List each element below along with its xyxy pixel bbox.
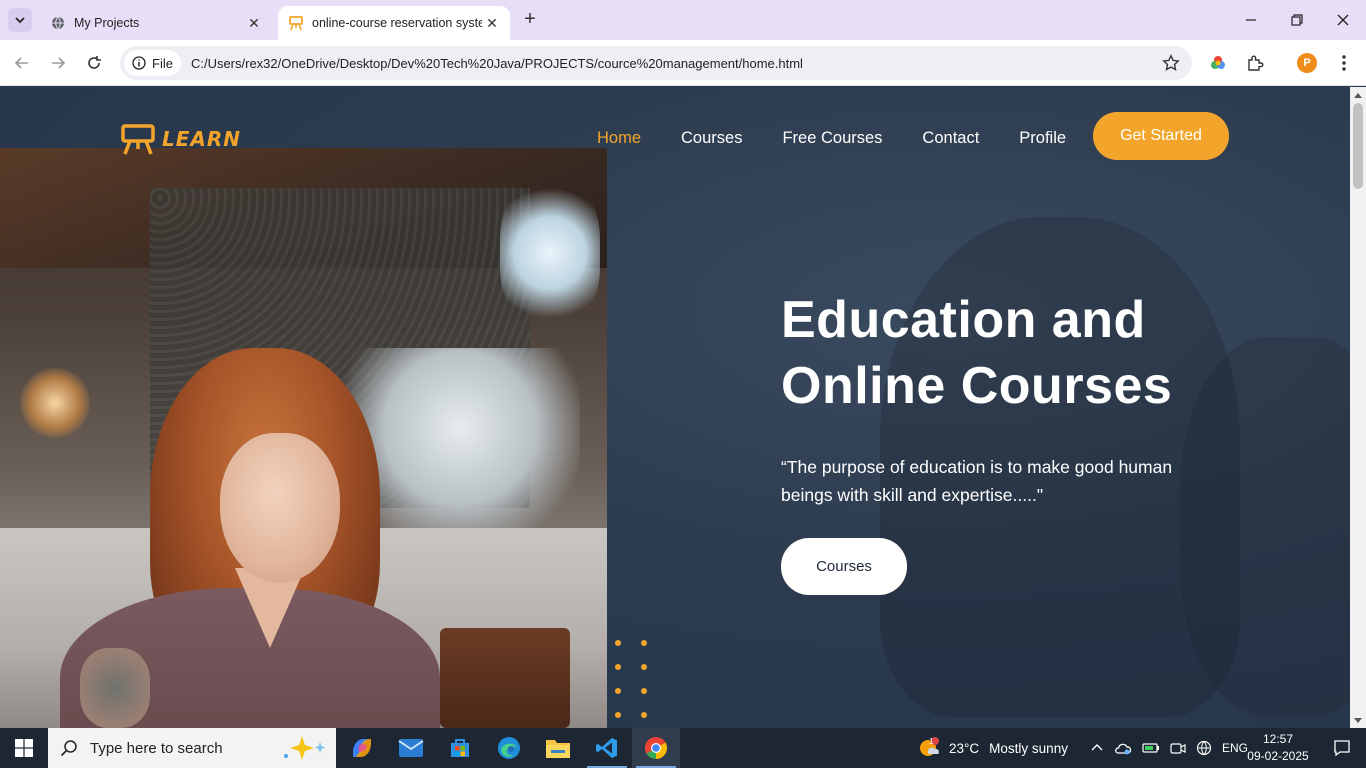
clock-date: 09-02-2025: [1247, 749, 1309, 763]
folder-icon: [546, 740, 570, 758]
logo-text: LEARN: [162, 127, 242, 151]
decorative-dots: [615, 640, 647, 718]
system-tray: ENG: [1090, 728, 1248, 768]
close-tab-icon[interactable]: ✕: [244, 13, 264, 33]
store-icon: [451, 739, 469, 757]
hero-quote: “The purpose of education is to make goo…: [781, 457, 1173, 505]
copilot-icon: [353, 739, 371, 757]
courses-button[interactable]: Courses: [781, 538, 907, 595]
edge-icon: [498, 737, 520, 759]
nav-free-courses[interactable]: Free Courses: [782, 129, 882, 148]
notification-icon: [1334, 740, 1350, 757]
nav-home[interactable]: Home: [597, 129, 641, 148]
notifications-button[interactable]: [1318, 728, 1366, 768]
minimize-icon: [1246, 19, 1256, 21]
hero-title-line1: Education and: [781, 291, 1146, 349]
chrome-icon: [645, 737, 667, 759]
browser-menu-icon[interactable]: [1332, 51, 1356, 75]
forward-button[interactable]: [46, 51, 70, 75]
extensions-puzzle-icon[interactable]: [1243, 51, 1267, 75]
close-icon: [1337, 14, 1349, 26]
vscode-icon: [596, 738, 617, 758]
weather-temp: 23°C: [949, 740, 980, 756]
tab-search-button[interactable]: [8, 8, 32, 32]
hero-title: Education and Online Courses: [781, 287, 1301, 419]
mail-icon: [398, 739, 424, 757]
cloud-sync-icon[interactable]: [1114, 740, 1132, 756]
info-icon: [132, 56, 146, 70]
profile-avatar[interactable]: P: [1295, 51, 1319, 75]
weather-widget[interactable]: 1 23°C Mostly sunny: [917, 728, 1068, 768]
windows-logo-icon: [15, 739, 33, 757]
camera-icon[interactable]: [1170, 740, 1186, 756]
site-chip-label: File: [152, 55, 173, 71]
arrow-right-icon: [52, 57, 66, 69]
language-indicator[interactable]: ENG: [1222, 741, 1248, 755]
hero-content: Education and Online Courses “The purpos…: [781, 287, 1301, 509]
clock-time: 12:57: [1262, 732, 1294, 746]
nav-contact[interactable]: Contact: [922, 129, 979, 148]
sparkle-icon: [284, 736, 325, 760]
scroll-up-arrow-icon[interactable]: [1354, 93, 1362, 98]
reload-icon: [88, 56, 101, 69]
arrow-left-icon: [14, 57, 28, 69]
back-button[interactable]: [10, 51, 34, 75]
windows-taskbar: Type here to search 1 23°C Mostly sunny: [0, 728, 1366, 768]
hero-title-line2: Online Courses: [781, 357, 1173, 415]
scroll-thumb[interactable]: [1353, 103, 1363, 189]
nav-courses[interactable]: Courses: [681, 129, 742, 148]
address-bar[interactable]: File C:/Users/rex32/OneDrive/Desktop/Dev…: [120, 46, 1192, 80]
search-icon: [60, 740, 77, 757]
bookmark-star-icon[interactable]: [1162, 54, 1180, 77]
get-started-button[interactable]: Get Started: [1093, 112, 1229, 160]
chevron-up-icon[interactable]: [1090, 741, 1104, 755]
search-placeholder: Type here to search: [90, 739, 223, 757]
chevron-down-icon: [15, 17, 25, 24]
easel-icon: [288, 15, 304, 31]
battery-icon[interactable]: [1142, 740, 1160, 756]
taskbar-file-explorer[interactable]: [534, 728, 582, 768]
taskbar-chrome[interactable]: [632, 728, 680, 768]
page-scrollbar[interactable]: [1350, 87, 1366, 728]
reload-button[interactable]: [82, 51, 106, 75]
nav-profile[interactable]: Profile: [1019, 129, 1066, 148]
hero-photo-woman-laptop: [0, 148, 607, 728]
main-nav: Home Courses Free Courses Contact Profil…: [597, 129, 1066, 148]
close-window-button[interactable]: [1320, 0, 1366, 40]
taskbar-clock[interactable]: 12:57 09-02-2025: [1246, 731, 1310, 765]
scroll-down-arrow-icon[interactable]: [1354, 718, 1362, 723]
tab-title: My Projects: [74, 16, 140, 30]
url-text: C:/Users/rex32/OneDrive/Desktop/Dev%20Te…: [190, 55, 803, 71]
taskbar-search[interactable]: Type here to search: [48, 728, 336, 768]
network-globe-icon[interactable]: [1196, 740, 1212, 756]
taskbar-edge[interactable]: [485, 728, 533, 768]
close-tab-icon[interactable]: ✕: [482, 13, 502, 33]
taskbar-copilot[interactable]: [338, 728, 386, 768]
start-button[interactable]: [0, 728, 48, 768]
tab-online-course[interactable]: online-course reservation system ✕: [278, 6, 510, 40]
taskbar-mail[interactable]: [387, 728, 435, 768]
minimize-button[interactable]: [1228, 0, 1274, 40]
globe-icon: [50, 15, 66, 31]
taskbar-store[interactable]: [436, 728, 484, 768]
easel-icon: [121, 124, 155, 155]
tab-title: online-course reservation system: [312, 16, 482, 30]
weather-badge: 1: [929, 737, 934, 746]
tab-my-projects[interactable]: My Projects ✕: [40, 6, 272, 40]
web-page: LEARN Home Courses Free Courses Contact …: [0, 87, 1350, 728]
browser-tab-strip: My Projects ✕ online-course reservation …: [0, 0, 1366, 40]
restore-button[interactable]: [1274, 0, 1320, 40]
weather-desc: Mostly sunny: [989, 740, 1068, 756]
profile-initial: P: [1297, 53, 1317, 73]
site-logo[interactable]: LEARN: [120, 123, 241, 155]
restore-icon: [1291, 14, 1303, 26]
browser-toolbar: File C:/Users/rex32/OneDrive/Desktop/Dev…: [0, 40, 1366, 86]
new-tab-button[interactable]: +: [518, 9, 542, 31]
color-extension-icon[interactable]: [1206, 51, 1230, 75]
taskbar-vscode[interactable]: [583, 728, 631, 768]
site-info-chip[interactable]: File: [124, 50, 181, 76]
